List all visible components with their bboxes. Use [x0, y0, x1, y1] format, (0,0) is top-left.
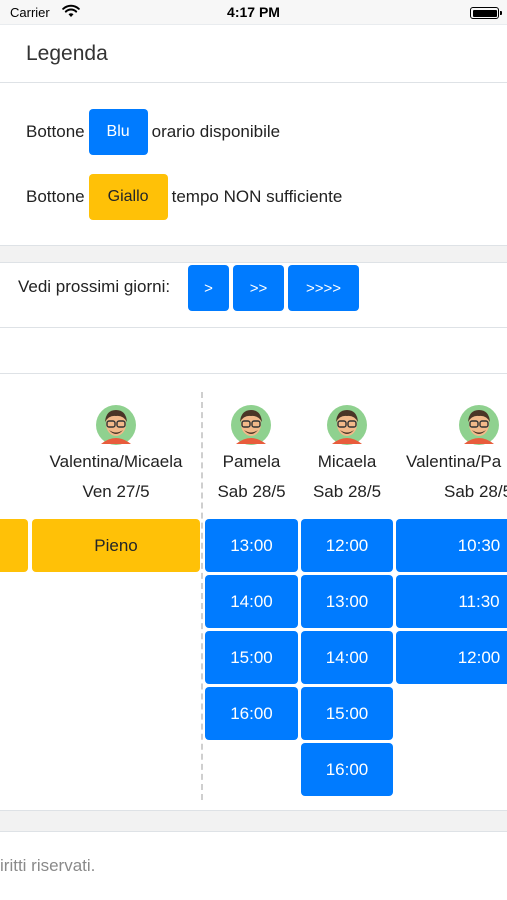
- time-slot-button[interactable]: 10:30: [396, 519, 507, 572]
- legend-description: orario disponibile: [151, 122, 281, 141]
- legend-title: Legenda: [26, 42, 108, 65]
- blue-chip: Blu: [88, 109, 148, 155]
- legend-row-yellow: Bottone Giallo tempo NON sufficiente: [26, 173, 342, 221]
- operator-name: Valentina/Pa: [406, 452, 502, 471]
- copyright-text: iritti riservati.: [0, 856, 96, 875]
- legend-card: Legenda Bottone Blu orario disponibile B…: [0, 24, 507, 246]
- section-gap: [0, 811, 507, 831]
- day-divider: [201, 392, 203, 800]
- yellow-chip: Giallo: [88, 174, 168, 220]
- schedule-grid: ela Valentina/Micaela Ven 27/5 Pieno: [0, 374, 507, 811]
- slot-date: Ven 27/5: [82, 482, 150, 501]
- time-slot-button[interactable]: 14:00: [301, 631, 393, 684]
- next-day-button[interactable]: >: [188, 265, 229, 311]
- legend-description: tempo NON sufficiente: [171, 187, 343, 206]
- legend-prefix: Bottone: [26, 122, 85, 141]
- slot-button[interactable]: [0, 519, 28, 572]
- battery-icon: [470, 7, 502, 19]
- slot-date: Sab 28/5: [217, 482, 286, 501]
- operator-name: Pamela: [222, 452, 281, 471]
- legend-row-blue: Bottone Blu orario disponibile: [26, 108, 280, 156]
- operator-avatar: [326, 404, 368, 446]
- section-gap: [0, 328, 507, 374]
- section-gap: [0, 246, 507, 262]
- next-two-days-button[interactable]: >>: [233, 265, 284, 311]
- legend-header: Legenda: [0, 25, 507, 83]
- time-slot-button[interactable]: 12:00: [396, 631, 507, 684]
- legend-prefix: Bottone: [26, 187, 85, 206]
- operator-name: Micaela: [317, 452, 377, 471]
- clock: 4:17 PM: [227, 4, 280, 20]
- slot-date: Sab 28/5: [444, 482, 507, 501]
- time-slot-button[interactable]: 12:00: [301, 519, 393, 572]
- time-slot-button[interactable]: 15:00: [301, 687, 393, 740]
- operator-avatar: [458, 404, 500, 446]
- time-slot-button[interactable]: 13:00: [205, 519, 298, 572]
- next-days-label: Vedi prossimi giorni:: [18, 277, 171, 296]
- time-slot-button[interactable]: 11:30: [396, 575, 507, 628]
- footer: iritti riservati.: [0, 831, 507, 900]
- time-slot-button[interactable]: 15:00: [205, 631, 298, 684]
- slot-date: Sab 28/5: [312, 482, 382, 501]
- time-slot-button[interactable]: 13:00: [301, 575, 393, 628]
- time-slot-button[interactable]: 16:00: [205, 687, 298, 740]
- operator-avatar: [230, 404, 272, 446]
- operator-name: ela: [0, 452, 30, 472]
- status-bar: Carrier 4:17 PM: [0, 0, 507, 24]
- time-slot-button[interactable]: 16:00: [301, 743, 393, 796]
- time-slot-button[interactable]: 14:00: [205, 575, 298, 628]
- slot-button-full[interactable]: Pieno: [32, 519, 200, 572]
- next-days-bar: Vedi prossimi giorni: > >> >>>>: [0, 262, 507, 328]
- operator-avatar: [95, 404, 137, 446]
- next-four-days-button[interactable]: >>>>: [288, 265, 359, 311]
- operator-name: Valentina/Micaela: [49, 452, 183, 471]
